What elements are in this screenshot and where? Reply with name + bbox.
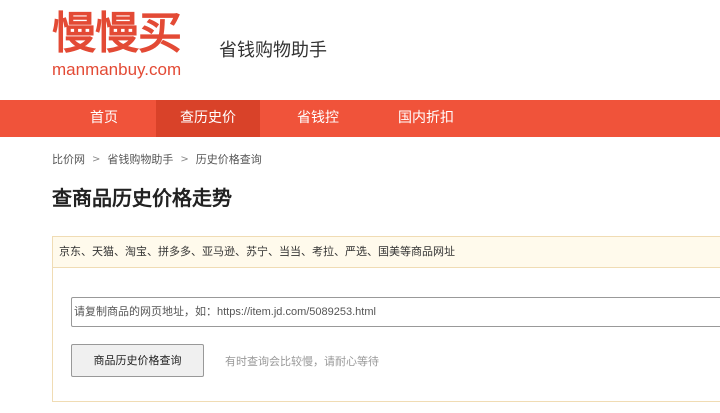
breadcrumb-item-current: 历史价格查询 (195, 153, 262, 166)
query-panel: 京东、天猫、淘宝、拼多多、亚马逊、苏宁、当当、考拉、严选、国美等商品网址 请复制… (52, 236, 720, 402)
product-url-input[interactable]: 请复制商品的网页地址，如：https://item.jd.com/5089253… (71, 297, 720, 327)
breadcrumb-item-compare[interactable]: 比价网 (52, 151, 85, 167)
site-slogan: 省钱购物助手 (219, 40, 327, 61)
wait-hint: 有时查询会比较慢，请耐心等待 (225, 355, 379, 368)
price-history-query-button[interactable]: 商品历史价格查询 (71, 344, 204, 377)
main-nav: 首页 查历史价 省钱控 国内折扣 (0, 100, 720, 137)
nav-item-home[interactable]: 首页 (52, 100, 156, 137)
nav-item-domestic-discount[interactable]: 国内折扣 (376, 100, 476, 137)
breadcrumb-item-assistant[interactable]: 省钱购物助手 (107, 151, 173, 167)
logo-chinese-text: 慢慢买 (52, 8, 182, 59)
page-title: 查商品历史价格走势 (52, 186, 232, 210)
logo-domain-text: manmanbuy.com (52, 60, 182, 79)
header: 慢慢买 manmanbuy.com 省钱购物助手 (0, 0, 720, 100)
logo[interactable]: 慢慢买 manmanbuy.com (52, 10, 202, 80)
supported-sites-text: 京东、天猫、淘宝、拼多多、亚马逊、苏宁、当当、考拉、严选、国美等商品网址 (53, 237, 720, 268)
nav-item-price-history[interactable]: 查历史价 (156, 100, 260, 137)
nav-item-saving[interactable]: 省钱控 (260, 100, 376, 137)
breadcrumb: 比价网 > 省钱购物助手 > 历史价格查询 (52, 151, 262, 167)
breadcrumb-separator: > (180, 153, 189, 165)
breadcrumb-separator: > (92, 153, 101, 165)
